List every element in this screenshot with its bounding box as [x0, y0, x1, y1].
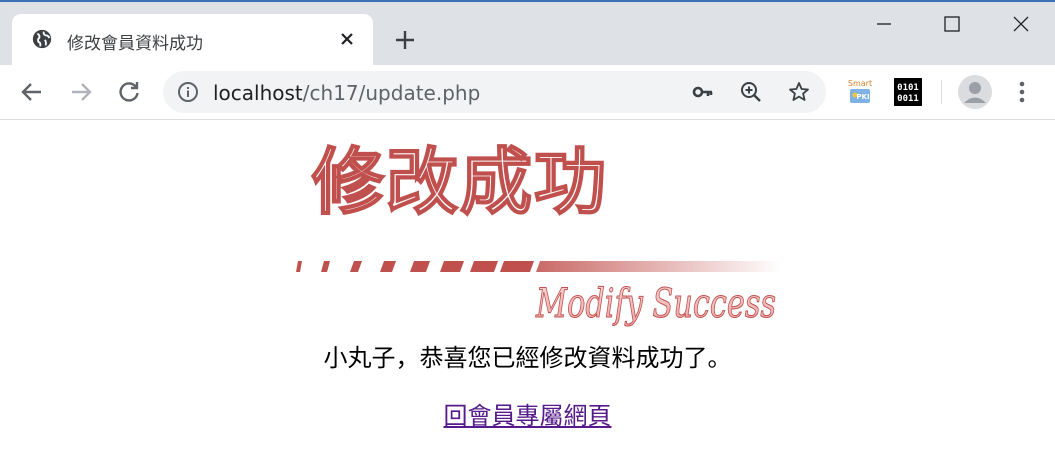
active-tab[interactable]: 修改會員資料成功	[12, 14, 373, 65]
url-text[interactable]: localhost/ch17/update.php	[213, 81, 480, 105]
profile-avatar-icon[interactable]	[958, 75, 992, 109]
smartpki-line1: Smart	[848, 79, 872, 88]
return-link-container: 回會員專屬網頁	[0, 396, 1055, 431]
banner-subtitle: Modify Success	[535, 281, 776, 327]
smartpki-line2: PKI	[856, 93, 869, 101]
toolbar-separator	[941, 80, 942, 104]
return-member-page-link[interactable]: 回會員專屬網頁	[444, 402, 612, 430]
info-icon[interactable]	[177, 81, 199, 103]
minimize-icon[interactable]	[872, 12, 896, 36]
new-tab-plus-icon[interactable]	[392, 27, 418, 53]
maximize-icon[interactable]	[940, 12, 964, 36]
binary-line1: 0101	[897, 83, 919, 93]
reload-icon[interactable]	[116, 79, 142, 105]
tab-title: 修改會員資料成功	[67, 34, 203, 54]
more-menu-icon[interactable]	[1011, 79, 1033, 105]
binary-line2: 0011	[897, 94, 919, 104]
page-content: 修改成功 Modify Success 小丸子，恭喜您已經修改資料成功了。 回會…	[0, 121, 1055, 454]
bookmark-star-icon[interactable]	[787, 80, 811, 104]
banner-title: 修改成功	[312, 140, 608, 224]
zoom-icon[interactable]	[739, 80, 763, 104]
globe-icon	[32, 29, 52, 49]
smartpki-extension-icon[interactable]: Smart PKI	[846, 78, 874, 106]
tab-strip: 修改會員資料成功	[0, 2, 1055, 65]
browser-toolbar: localhost/ch17/update.php Smart PKI 0101…	[0, 65, 1055, 120]
address-bar[interactable]: localhost/ch17/update.php	[163, 71, 826, 113]
back-arrow-icon[interactable]	[19, 79, 45, 105]
url-path: /ch17/update.php	[302, 81, 481, 105]
binary-extension-icon[interactable]: 0101 0011	[894, 78, 922, 106]
success-message: 小丸子，恭喜您已經修改資料成功了。	[323, 344, 732, 372]
window-close-icon[interactable]	[1009, 12, 1033, 36]
url-host: localhost	[213, 81, 303, 105]
close-tab-icon[interactable]	[338, 30, 356, 48]
banner-dash-bar	[296, 261, 782, 272]
modify-success-banner: 修改成功 Modify Success	[296, 139, 782, 328]
key-icon[interactable]	[691, 80, 715, 104]
forward-arrow-icon[interactable]	[68, 79, 94, 105]
